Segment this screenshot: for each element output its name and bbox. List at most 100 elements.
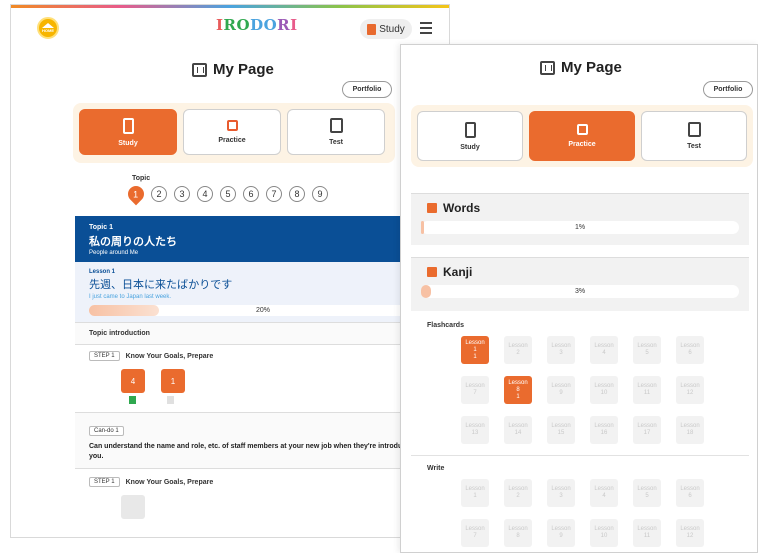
page-title: My Page [192, 61, 274, 78]
tablet-icon [122, 117, 134, 134]
mode-selector: Study Practice Test [411, 105, 753, 167]
lesson-title: 先週、日本に来たばかりです [89, 279, 233, 291]
lesson-word: Lesson [594, 383, 614, 389]
lesson-word: Lesson [637, 423, 657, 429]
flashcards-lesson-9[interactable]: Lesson 9 [547, 376, 575, 404]
flashcards-lesson-10[interactable]: Lesson 10 [590, 376, 618, 404]
lesson-number: 6 [688, 350, 692, 356]
topic-button-7[interactable]: 7 [266, 186, 282, 202]
write-lesson-1[interactable]: Lesson 1 [461, 479, 489, 507]
topic-button-9[interactable]: 9 [312, 186, 328, 202]
cando-block: Can-do 1 Can understand the name and rol… [75, 412, 449, 468]
topic-button-4[interactable]: 4 [197, 186, 213, 202]
write-lesson-2[interactable]: Lesson 2 [504, 479, 532, 507]
write-lesson-11[interactable]: Lesson 11 [633, 519, 661, 547]
step-tiles [75, 487, 449, 519]
portfolio-button[interactable]: Portfolio [342, 81, 392, 98]
mode-test-button[interactable]: Test [287, 109, 385, 155]
flashcards-lesson-16[interactable]: Lesson 16 [590, 416, 618, 444]
step-tag: STEP 1 [89, 477, 120, 487]
lesson-number: 5 [645, 493, 649, 499]
write-lesson-7[interactable]: Lesson 7 [461, 519, 489, 547]
step-tiles: 4 1 [75, 361, 449, 393]
topic-button-6[interactable]: 6 [243, 186, 259, 202]
flashcards-lesson-18[interactable]: Lesson 18 [676, 416, 704, 444]
write-lesson-10[interactable]: Lesson 10 [590, 519, 618, 547]
flashcards-lesson-2[interactable]: Lesson 2 [504, 336, 532, 364]
flashcards-lesson-11[interactable]: Lesson 11 [633, 376, 661, 404]
mode-practice-button[interactable]: Practice [183, 109, 281, 155]
topic-button-1[interactable]: 1 [124, 182, 148, 206]
topic-introduction[interactable]: Topic introduction [75, 323, 449, 345]
step-row: STEP 1 Know Your Goals, Prepare [75, 345, 449, 361]
lesson-word: Lesson [465, 486, 485, 492]
page-title: My Page [540, 59, 622, 76]
flashcards-lesson-15[interactable]: Lesson 15 [547, 416, 575, 444]
page-title-text: My Page [213, 61, 274, 78]
write-lesson-8[interactable]: Lesson 8 [504, 519, 532, 547]
lesson-word: Lesson [551, 383, 571, 389]
flashcards-lesson-17[interactable]: Lesson 17 [633, 416, 661, 444]
write-lesson-4[interactable]: Lesson 4 [590, 479, 618, 507]
lesson-word: Lesson [637, 486, 657, 492]
flashcards-lesson-8[interactable]: Lesson 8 1 [504, 376, 532, 404]
lesson-word: Lesson [508, 423, 528, 429]
topic-button-3[interactable]: 3 [174, 186, 190, 202]
logo-letter: I [290, 16, 298, 34]
step-tile[interactable]: 4 [121, 369, 145, 393]
lesson-word: Lesson [551, 486, 571, 492]
write-lesson-12[interactable]: Lesson 12 [676, 519, 704, 547]
topic-button-2[interactable]: 2 [151, 186, 167, 202]
lesson-number: 17 [643, 430, 651, 436]
write-lesson-9[interactable]: Lesson 9 [547, 519, 575, 547]
lesson-number: 12 [686, 390, 694, 396]
lesson-word: Lesson [680, 526, 700, 532]
step-label: Know Your Goals, Prepare [125, 478, 214, 486]
mode-test-button[interactable]: Test [641, 111, 747, 161]
lesson-word: Lesson [594, 486, 614, 492]
lesson-word: Lesson [637, 343, 657, 349]
write-lesson-5[interactable]: Lesson 5 [633, 479, 661, 507]
lesson-number: 2 [516, 493, 520, 499]
mode-label: Study [460, 143, 480, 151]
words-section[interactable]: Words 1% [411, 193, 749, 245]
kanji-section[interactable]: Kanji 3% [411, 257, 749, 311]
lesson-number: 13 [471, 430, 479, 436]
step-tile[interactable] [121, 495, 145, 519]
menu-icon[interactable] [420, 22, 432, 37]
lesson-number: 11 [643, 390, 651, 396]
lesson-number: 2 [516, 350, 520, 356]
lesson-number: 7 [473, 533, 477, 539]
mode-study-button[interactable]: Study [79, 109, 177, 155]
lesson-word: Lesson [508, 526, 528, 532]
flashcards-lesson-7[interactable]: Lesson 7 [461, 376, 489, 404]
lesson-word: Lesson [508, 343, 528, 349]
mode-study-button[interactable]: Study [417, 111, 523, 161]
topic-button-8[interactable]: 8 [289, 186, 305, 202]
flashcards-lesson-4[interactable]: Lesson 4 [590, 336, 618, 364]
flashcards-lesson-5[interactable]: Lesson 5 [633, 336, 661, 364]
flashcards-lesson-6[interactable]: Lesson 6 [676, 336, 704, 364]
topic-button-5[interactable]: 5 [220, 186, 236, 202]
topic-header: Topic 1 私の周りの人たち People around Me [75, 216, 449, 262]
lesson-word: Lesson [594, 343, 614, 349]
flashcards-lesson-13[interactable]: Lesson 13 [461, 416, 489, 444]
lesson-block[interactable]: Lesson 1 先週、日本に来たばかりです I just came to Ja… [75, 262, 449, 323]
step-tile[interactable]: 1 [161, 369, 185, 393]
home-button[interactable]: HOME [37, 17, 59, 39]
portfolio-button[interactable]: Portfolio [703, 81, 753, 98]
lesson-number: 14 [514, 430, 522, 436]
write-lesson-6[interactable]: Lesson 6 [676, 479, 704, 507]
flashcards-lesson-12[interactable]: Lesson 12 [676, 376, 704, 404]
mode-practice-button[interactable]: Practice [529, 111, 635, 161]
kanji-title: Kanji [411, 258, 749, 279]
words-title-text: Words [443, 201, 481, 215]
lesson-number: 16 [600, 430, 608, 436]
write-lesson-3[interactable]: Lesson 3 [547, 479, 575, 507]
flashcards-lesson-14[interactable]: Lesson 14 [504, 416, 532, 444]
flashcards-lesson-3[interactable]: Lesson 3 [547, 336, 575, 364]
study-mode-button[interactable]: Study [360, 19, 412, 39]
irodori-logo[interactable]: IRODORI [216, 16, 298, 34]
lesson-number: 3 [559, 350, 563, 356]
flashcards-lesson-1[interactable]: Lesson 1 1 [461, 336, 489, 364]
